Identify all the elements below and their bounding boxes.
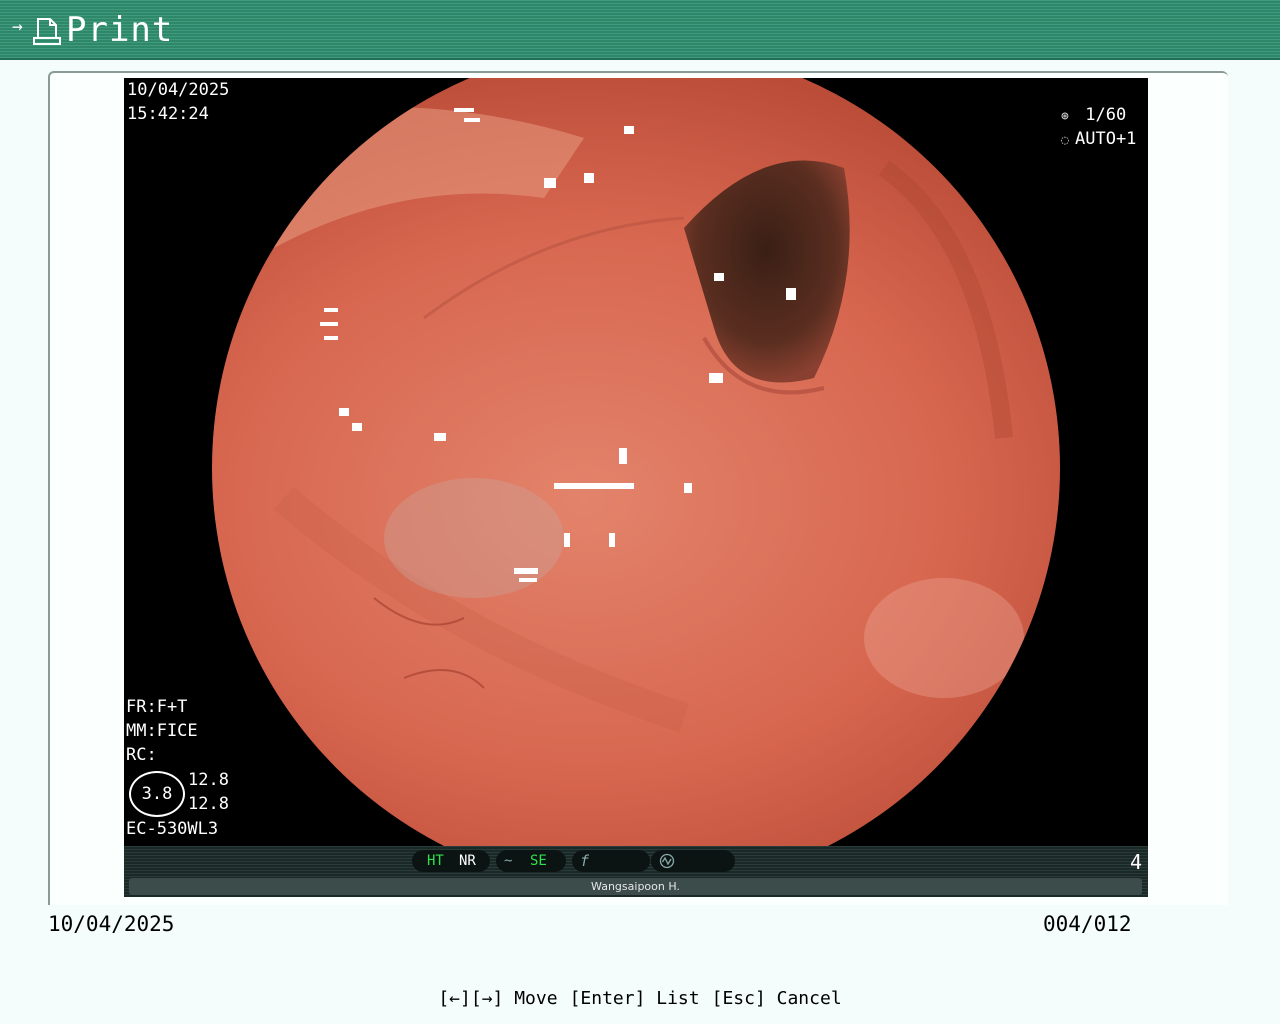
page-title: Print [66, 10, 174, 50]
arrow-right-icon: → [12, 16, 23, 37]
shutter-value: 1/60 [1085, 105, 1127, 125]
status-strip: HT NR ~ SE f 4 Wangsaipoon H. [124, 846, 1148, 897]
wave-icon [659, 853, 675, 869]
value-top: 12.8 [188, 770, 229, 790]
shutter-icon: ⊛ [1061, 109, 1069, 124]
capture-date: 10/04/2025 [127, 80, 230, 100]
iris-value: AUTO+1 [1075, 129, 1137, 149]
title-bar: → Print [0, 0, 1280, 60]
scope-model: EC-530WL3 [126, 819, 219, 839]
fr-setting: FR:F+T [126, 697, 188, 717]
footer-date: 10/04/2025 [48, 912, 175, 936]
capture-time: 15:42:24 [127, 104, 209, 124]
help-cancel[interactable]: [Esc] Cancel [712, 988, 842, 1009]
print-document-icon [33, 18, 61, 45]
mm-setting: MM:FICE [126, 721, 198, 741]
nr-indicator: NR [459, 853, 476, 869]
image-counter: 004/012 [1043, 912, 1132, 936]
iris-icon: ◌ [1061, 133, 1069, 148]
iris-readout: ◌ AUTO+1 [1061, 127, 1136, 153]
se-indicator: SE [530, 853, 547, 869]
shutter-readout: ⊛ 1/60 [1061, 103, 1126, 129]
endoscope-image: 10/04/2025 15:42:24 ⊛ 1/60 ◌ AUTO+1 FR:F+… [124, 78, 1148, 846]
help-list[interactable]: [Enter] List [570, 988, 700, 1009]
ht-indicator: HT [427, 853, 444, 869]
endoscope-view [212, 78, 1060, 846]
image-page-number: 4 [1130, 850, 1143, 874]
pill-ht-nr [412, 850, 490, 872]
se-icon: ~ [504, 853, 513, 869]
help-move[interactable]: [←][→] Move [438, 988, 557, 1009]
rc-setting: RC: [126, 745, 157, 765]
circled-value: 3.8 [129, 771, 185, 817]
key-help: [←][→] Move [Enter] List [Esc] Cancel [0, 988, 1280, 1009]
f-icon: f [580, 852, 590, 870]
operator-name: Wangsaipoon H. [591, 880, 680, 893]
value-bottom: 12.8 [188, 794, 229, 814]
operator-bar: Wangsaipoon H. [129, 878, 1142, 895]
